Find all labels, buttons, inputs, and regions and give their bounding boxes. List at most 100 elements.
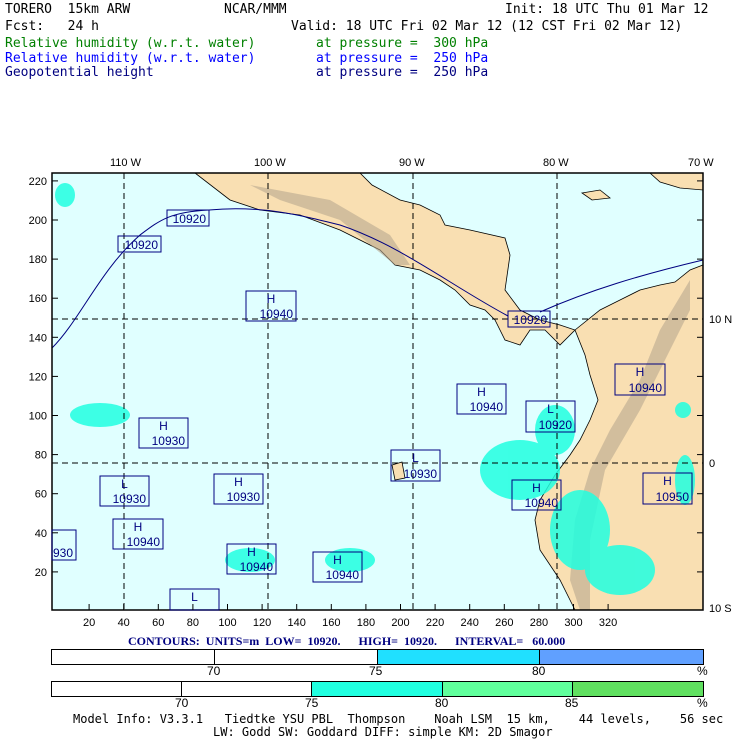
weather-map: 1092010920H10940 10920H10940 L10920H10940H… xyxy=(29,157,733,629)
field-2-level: at pressure = 250 hPa xyxy=(316,51,489,66)
field-2-name: Relative humidity (w.r.t. water) xyxy=(5,51,256,66)
x-tick-label: 260 xyxy=(495,617,513,629)
y-tick-label: 160 xyxy=(29,293,47,305)
contour-label-value: 10920 xyxy=(173,212,207,226)
contour-label-type: H xyxy=(234,475,243,489)
contour-label-value: 10940 xyxy=(127,535,161,549)
y-tick-label: 60 xyxy=(35,489,47,501)
x-tick-label: 160 xyxy=(322,617,340,629)
x-tick-label: 80 xyxy=(187,617,199,629)
lon-label: 110 W xyxy=(110,157,142,169)
contour-label-type: H xyxy=(159,419,168,433)
contour-label-value: 10920 xyxy=(166,209,210,227)
y-tick-label: 220 xyxy=(29,176,47,188)
y-tick-label: 200 xyxy=(29,215,47,227)
colorbar-label: 75 xyxy=(369,664,383,678)
contour-label-value: 10940 xyxy=(326,568,360,582)
y-tick-label: 140 xyxy=(29,332,47,344)
field-3-level: at pressure = 250 hPa xyxy=(316,65,489,80)
colorbar-bin xyxy=(215,650,378,664)
contour-label-value: 10930 xyxy=(404,467,438,481)
x-tick-label: 220 xyxy=(426,617,444,629)
colorbar-rh-300 xyxy=(51,681,704,697)
valid-time: Valid: 18 UTC Fri 02 Mar 12 (12 CST Fri … xyxy=(291,19,683,34)
colorbar-rh-250 xyxy=(51,649,704,665)
colorbar-label: 75 xyxy=(305,696,319,710)
contour-label-value: 930 xyxy=(53,546,73,560)
field-1-level: at pressure = 300 hPa xyxy=(316,36,489,51)
contour-label-type: H xyxy=(267,292,276,306)
x-tick-label: 20 xyxy=(83,617,95,629)
model-info: Model Info: V3.3.1 Tiedtke YSU PBL Thomp… xyxy=(73,712,724,726)
contour-label-type: H xyxy=(333,553,342,567)
lat-label: 10 N xyxy=(709,314,732,326)
x-tick-label: 180 xyxy=(357,617,375,629)
contour-label-value: 10920 xyxy=(125,238,159,252)
colorbar-label: 70 xyxy=(175,696,189,710)
colorbar-label: 70 xyxy=(207,664,221,678)
contour-label-value: 10920 xyxy=(539,418,573,432)
colorbar-bin xyxy=(572,682,703,696)
contour-label-value: 10940 xyxy=(260,307,294,321)
contours-info: CONTOURS: UNITS=m LOW= 10920. HIGH= 1092… xyxy=(128,634,566,648)
y-tick-label: 40 xyxy=(35,528,47,540)
contour-label-value: 10930 xyxy=(227,490,261,504)
x-tick-label: 280 xyxy=(530,617,548,629)
colorbar-bin xyxy=(52,682,183,696)
y-tick-label: 20 xyxy=(35,567,47,579)
colorbar-label: 80 xyxy=(435,696,449,710)
colorbar-label: % xyxy=(697,664,708,678)
colorbar-label: 85 xyxy=(565,696,579,710)
contour-label-value: 10920 xyxy=(507,310,551,328)
x-tick-label: 40 xyxy=(118,617,130,629)
contour-label-value: 10930 xyxy=(152,434,186,448)
colorbar-bin xyxy=(312,682,443,696)
contour-label-type: H xyxy=(247,545,256,559)
field-1-name: Relative humidity (w.r.t. water) xyxy=(5,36,256,51)
lon-label: 100 W xyxy=(254,157,286,169)
colorbar-bin xyxy=(182,682,313,696)
colorbar-bin xyxy=(377,650,541,664)
lon-label: 90 W xyxy=(399,157,425,169)
colorbar-label: 80 xyxy=(532,664,546,678)
colorbar-bin xyxy=(442,682,573,696)
contour-label-value: 10940 xyxy=(629,381,663,395)
contour-label-type: L xyxy=(547,402,554,416)
model-title: TORERO 15km ARW xyxy=(5,2,131,17)
contour-label-value: 10940 xyxy=(470,400,504,414)
contour-label-type: H xyxy=(134,520,143,534)
contour-label-value: 10940 xyxy=(525,496,559,510)
contour-label-value: 10950 xyxy=(656,490,690,504)
x-tick-label: 200 xyxy=(391,617,409,629)
lat-label: 0 xyxy=(709,458,715,470)
colorbar-label: % xyxy=(697,696,708,710)
contour-label-type: L xyxy=(191,590,198,604)
x-tick-label: 240 xyxy=(461,617,479,629)
y-tick-label: 180 xyxy=(29,254,47,266)
contour-label-type: L xyxy=(121,477,128,491)
x-tick-label: 140 xyxy=(288,617,306,629)
forecast-hour: Fcst: 24 h xyxy=(5,19,99,34)
contour-label-type: H xyxy=(636,365,645,379)
x-tick-label: 120 xyxy=(253,617,271,629)
y-tick-label: 120 xyxy=(29,371,47,383)
x-tick-label: 300 xyxy=(564,617,582,629)
field-3-name: Geopotential height xyxy=(5,65,154,80)
contour-label-value: 10940 xyxy=(240,560,274,574)
lon-label: 80 W xyxy=(543,157,569,169)
contour-label-type: H xyxy=(532,481,541,495)
contour-label-type: H xyxy=(477,385,486,399)
contour-label-type: H xyxy=(663,474,672,488)
contour-label-value: 10920 xyxy=(514,313,548,327)
contour-label-value: 10930 xyxy=(113,492,147,506)
colorbar-bin xyxy=(540,650,703,664)
x-tick-label: 60 xyxy=(152,617,164,629)
x-tick-label: 100 xyxy=(218,617,236,629)
lon-label: 70 W xyxy=(688,157,714,169)
init-time: Init: 18 UTC Thu 01 Mar 12 xyxy=(505,2,709,17)
y-tick-label: 100 xyxy=(29,411,47,423)
org-label: NCAR/MMM xyxy=(224,2,287,17)
lat-label: 10 S xyxy=(709,603,732,615)
colorbar-bin xyxy=(52,650,215,664)
contour-label-type: L xyxy=(412,451,419,465)
